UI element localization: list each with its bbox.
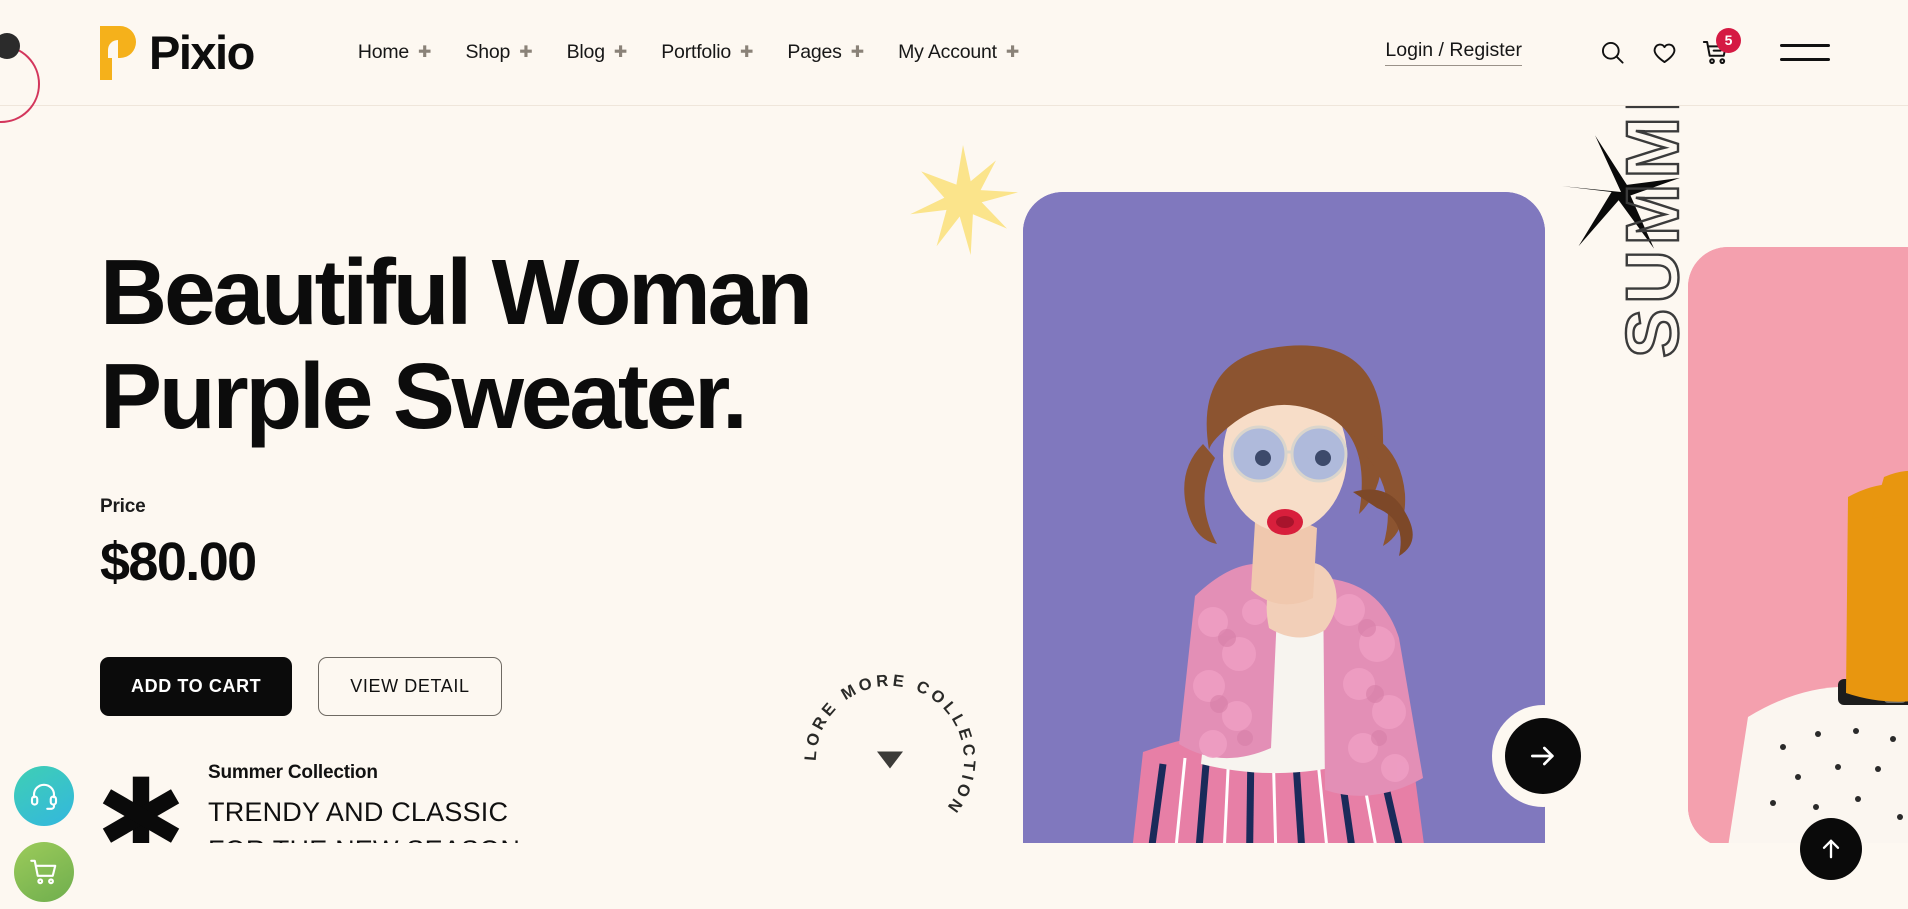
nav-label: Home	[357, 41, 410, 63]
star-yellow-icon	[908, 145, 1018, 255]
headset-icon	[30, 783, 58, 810]
sparkle-icon: ✚	[519, 43, 533, 61]
page-root: Pixio Home ✚ Shop ✚ Blog ✚ Portfolio ✚ P…	[0, 0, 1908, 909]
cart-count-badge: 5	[1716, 27, 1741, 53]
arrow-right-icon	[1531, 746, 1554, 766]
brand-logo[interactable]: Pixio	[96, 24, 255, 82]
product-image-main	[1023, 192, 1545, 897]
product-image-summer	[1688, 247, 1908, 847]
brand-name: Pixio	[149, 26, 255, 79]
explore-circular-text: EXPLORE MORE COLLECTION	[783, 646, 975, 818]
hero-title-line1: Beautiful Woman	[100, 240, 813, 344]
nav-label: My Account	[898, 41, 997, 63]
support-widget-button[interactable]	[14, 766, 74, 826]
nav-item-blog[interactable]: Blog ✚	[567, 41, 628, 64]
cart-icon	[30, 859, 57, 885]
login-register-link[interactable]: Login / Register	[1385, 39, 1522, 66]
price-value: $80.00	[100, 532, 257, 593]
nav-label: Shop	[465, 41, 511, 63]
sparkle-icon: ✚	[740, 43, 754, 61]
heart-icon[interactable]	[1638, 39, 1690, 66]
hamburger-icon[interactable]	[1780, 44, 1830, 61]
star-black-icon	[1562, 133, 1680, 251]
scroll-to-top-button[interactable]	[1800, 818, 1862, 880]
main-nav: Home ✚ Shop ✚ Blog ✚ Portfolio ✚ Pages ✚…	[358, 41, 1019, 64]
pixio-mark-icon	[96, 24, 142, 82]
next-slide-button[interactable]	[1505, 718, 1581, 794]
quick-cart-button[interactable]	[14, 842, 74, 902]
hamburger-bar	[1780, 58, 1830, 61]
site-header: Pixio Home ✚ Shop ✚ Blog ✚ Portfolio ✚ P…	[0, 0, 1908, 106]
nav-item-portfolio[interactable]: Portfolio ✚	[661, 41, 753, 64]
nav-item-pages[interactable]: Pages ✚	[787, 41, 864, 64]
nav-label: Portfolio	[661, 41, 731, 63]
nav-item-home[interactable]: Home ✚	[358, 41, 432, 64]
bottom-mask	[0, 843, 1908, 909]
sparkle-icon: ✚	[418, 43, 432, 61]
add-to-cart-button[interactable]: ADD TO CART	[100, 657, 293, 717]
price-label: Price	[100, 496, 146, 518]
hero-title-line2: Purple Sweater.	[100, 344, 748, 449]
sparkle-icon: ✚	[613, 43, 628, 61]
explore-more-badge[interactable]: EXPLORE MORE COLLECTION	[783, 646, 990, 860]
header-actions: Login / Register 5	[1385, 27, 1830, 67]
sparkle-icon: ✚	[850, 43, 865, 61]
nav-label: Pages	[787, 41, 842, 63]
sparkle-icon: ✚	[1005, 43, 1020, 61]
nav-label: Blog	[566, 41, 605, 63]
search-icon[interactable]	[1586, 39, 1638, 66]
arrow-up-icon	[1822, 839, 1840, 859]
collection-headline-line1: TRENDY AND CLASSIC	[208, 797, 509, 828]
product-card-main[interactable]	[1023, 192, 1545, 897]
hamburger-bar	[1780, 44, 1830, 47]
view-detail-button[interactable]: VIEW DETAIL	[318, 657, 502, 717]
product-card-summer[interactable]	[1688, 247, 1908, 847]
nav-item-shop[interactable]: Shop ✚	[465, 41, 532, 64]
cart-icon[interactable]: 5	[1690, 27, 1742, 67]
svg-text:EXPLORE MORE COLLECTION: EXPLORE MORE COLLECTION	[790, 660, 978, 818]
nav-item-my-account[interactable]: My Account ✚	[898, 41, 1019, 64]
triangle-down-icon	[877, 751, 903, 769]
collection-subtitle: Summer Collection	[208, 762, 378, 784]
